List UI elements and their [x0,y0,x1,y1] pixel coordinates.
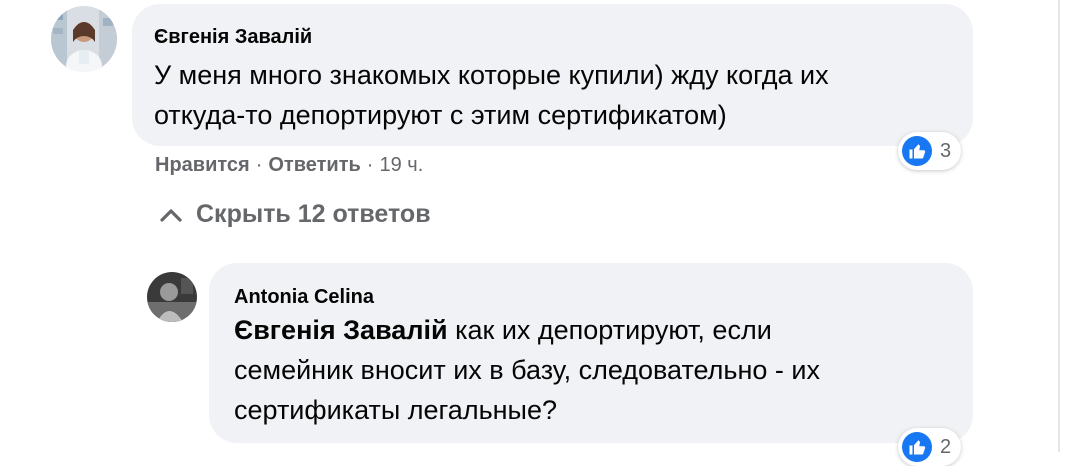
comment-timestamp[interactable]: 19 ч. [379,154,423,176]
reaction-count: 2 [940,435,952,458]
reply-text: Євгенія Завалій как их депортируют, если… [234,310,820,430]
hide-replies-label: Скрыть 12 ответов [196,200,431,228]
hide-replies-button[interactable]: Скрыть 12 ответов [160,200,431,229]
comment-text-line: откуда-то депортируют с этим сертификато… [154,100,727,130]
avatar[interactable] [51,6,117,72]
reaction-summary[interactable]: 3 [898,132,962,170]
comment-text-line: У меня много знакомых которые купили) жд… [154,60,829,90]
avatar-photo [51,6,117,72]
reaction-count: 3 [940,139,952,162]
reply-text-line: семейник вносит их в базу, следовательно… [234,355,820,385]
chevron-up-icon [160,208,182,222]
reply-text-line: сертификаты легальные? [234,395,557,425]
comment-text: У меня много знакомых которые купили) жд… [154,55,829,135]
comment-author[interactable]: Євгенія Завалій [154,26,312,49]
reply-text-line: Євгенія Завалій как их депортируют, если [234,310,820,350]
comment-actions: Нравится · Ответить · 19 ч. [155,154,423,177]
like-button[interactable]: Нравится [155,154,250,176]
reply-text-segment: как их депортируют, если [447,315,772,345]
like-icon [902,136,932,166]
reply-author[interactable]: Antonia Celina [234,286,374,309]
separator: · [255,154,263,176]
reply-button[interactable]: Ответить [268,154,360,176]
reaction-summary[interactable]: 2 [898,428,962,466]
separator: · [366,154,374,176]
avatar[interactable] [147,272,197,322]
feed-right-border [1058,0,1060,452]
mention-link[interactable]: Євгенія Завалій [234,315,448,345]
avatar-photo [147,272,197,322]
like-icon [902,432,932,462]
